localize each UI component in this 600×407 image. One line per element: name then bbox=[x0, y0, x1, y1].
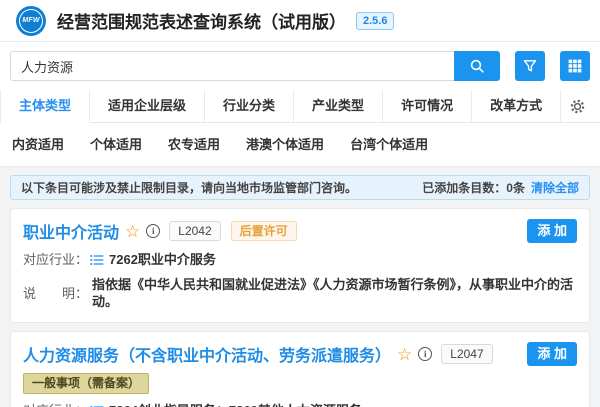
star-icon[interactable]: ☆ bbox=[125, 223, 140, 240]
subtab-farmer-coop[interactable]: 农专适用 bbox=[168, 134, 220, 153]
code-badge: L2042 bbox=[169, 221, 220, 241]
subtab-domestic[interactable]: 内资适用 bbox=[12, 134, 64, 153]
add-button[interactable]: 添 加 bbox=[527, 342, 577, 366]
result-title[interactable]: 人力资源服务（不含职业中介活动、劳务派遣服务） bbox=[23, 342, 391, 366]
info-icon[interactable]: i bbox=[418, 347, 432, 361]
app-logo-text: MFW bbox=[19, 9, 43, 33]
result-card: 人力资源服务（不含职业中介活动、劳务派遣服务） ☆ i L2047 添 加 一般… bbox=[10, 331, 590, 407]
sub-filter-row: 内资适用 个体适用 农专适用 港澳个体适用 台湾个体适用 bbox=[0, 123, 600, 166]
clear-all-link[interactable]: 清除全部 bbox=[531, 179, 579, 196]
page-title: 经营范围规范表述查询系统（试用版） bbox=[57, 8, 346, 33]
industry-label: 对应行业： bbox=[23, 402, 88, 407]
search-input[interactable] bbox=[10, 51, 454, 81]
code-badge: L2047 bbox=[441, 344, 492, 364]
industry-value: 7262职业中介服务 bbox=[109, 251, 216, 268]
app-header: MFW 经营范围规范表述查询系统（试用版） 2.5.6 bbox=[0, 0, 600, 42]
star-icon[interactable]: ☆ bbox=[397, 346, 412, 363]
tab-reform-mode[interactable]: 改革方式 bbox=[472, 90, 561, 122]
tab-subject-type[interactable]: 主体类型 bbox=[0, 90, 90, 122]
top-panel: 主体类型 适用企业层级 行业分类 产业类型 许可情况 改革方式 内资适用 个体适… bbox=[0, 42, 600, 167]
result-card: 职业中介活动 ☆ i L2042 后置许可 添 加 对应行业： 7262职业中介… bbox=[10, 208, 590, 323]
version-badge: 2.5.6 bbox=[356, 12, 394, 30]
license-badge: 后置许可 bbox=[231, 221, 297, 241]
added-count-label: 已添加条目数：0条 bbox=[422, 179, 525, 196]
app-logo-icon: MFW bbox=[16, 6, 46, 36]
subtab-taiwan-individual[interactable]: 台湾个体适用 bbox=[350, 134, 428, 153]
subtab-individual[interactable]: 个体适用 bbox=[90, 134, 142, 153]
tab-enterprise-level[interactable]: 适用企业层级 bbox=[90, 90, 205, 122]
info-icon[interactable]: i bbox=[146, 224, 160, 238]
search-button[interactable] bbox=[454, 51, 500, 81]
tab-license-status[interactable]: 许可情况 bbox=[383, 90, 472, 122]
grid-icon bbox=[567, 58, 583, 74]
subtab-hkmo-individual[interactable]: 港澳个体适用 bbox=[246, 134, 324, 153]
tab-industry-type[interactable]: 产业类型 bbox=[294, 90, 383, 122]
funnel-icon bbox=[522, 58, 538, 74]
gear-icon[interactable] bbox=[569, 90, 600, 122]
category-badge: 一般事项（需备案） bbox=[23, 373, 149, 394]
industry-label: 对应行业： bbox=[23, 251, 88, 268]
grid-view-button[interactable] bbox=[560, 51, 590, 81]
search-bar bbox=[0, 42, 600, 90]
filter-tabs: 主体类型 适用企业层级 行业分类 产业类型 许可情况 改革方式 bbox=[0, 90, 600, 123]
description-value: 指依据《中华人民共和国就业促进法》《人力资源市场暂行条例》，从事职业中介的活动。 bbox=[92, 276, 577, 310]
industry-value: 7264创业指导服务；7269其他人力资源服务 bbox=[109, 402, 362, 407]
tab-industry-category[interactable]: 行业分类 bbox=[205, 90, 294, 122]
notice-bar: 以下条目可能涉及禁止限制目录，请向当地市场监管部门咨询。 已添加条目数：0条 清… bbox=[10, 175, 590, 200]
result-title[interactable]: 职业中介活动 bbox=[23, 219, 119, 243]
magnifier-icon bbox=[469, 58, 485, 74]
notice-text: 以下条目可能涉及禁止限制目录，请向当地市场监管部门咨询。 bbox=[21, 179, 357, 196]
results-area: 以下条目可能涉及禁止限制目录，请向当地市场监管部门咨询。 已添加条目数：0条 清… bbox=[0, 175, 600, 407]
add-button[interactable]: 添 加 bbox=[527, 219, 577, 243]
filter-button[interactable] bbox=[515, 51, 545, 81]
list-icon[interactable] bbox=[90, 254, 104, 266]
description-label: 说 明： bbox=[23, 285, 88, 302]
